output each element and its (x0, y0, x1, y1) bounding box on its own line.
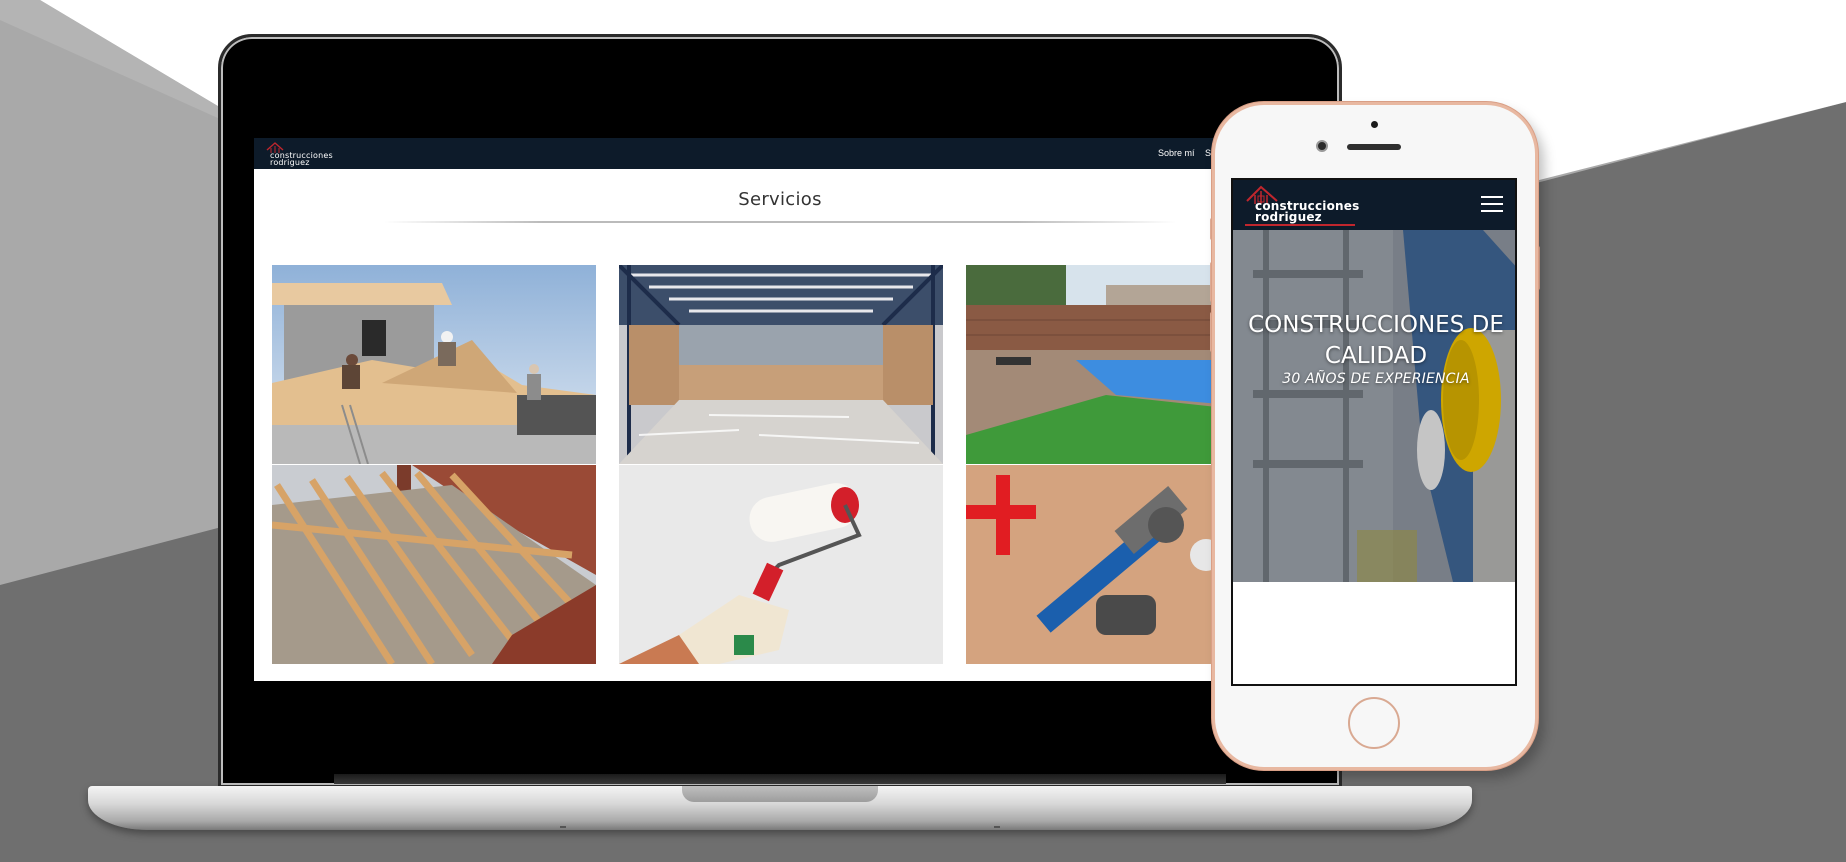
title-divider (384, 221, 1176, 223)
laptop-notch (682, 786, 878, 802)
roof-construction-photo (272, 265, 596, 464)
service-tile-warehouse[interactable] (619, 265, 943, 464)
phone-front-lens (1316, 140, 1328, 152)
service-tile-roof-timber[interactable] (272, 465, 596, 664)
hero-background-photo (1233, 230, 1515, 582)
phone-speaker (1347, 144, 1401, 150)
laptop-screen: construcciones rodriguez Sobre mí Se Ser… (254, 138, 1306, 681)
hero-subtitle: 30 AÑOS DE EXPERIENCIA (1282, 371, 1470, 387)
site-navbar: construcciones rodriguez Sobre mí Se (254, 138, 1306, 169)
hero-section: CONSTRUCCIONES DE CALIDAD 30 AÑOS DE EXP… (1233, 230, 1515, 582)
phone-screen: construcciones rodriguez CONSTRUCCIONES … (1231, 178, 1517, 686)
service-tile-painting[interactable] (619, 465, 943, 664)
logo-text-line2: rodriguez (270, 158, 310, 167)
section-title: Servicios (738, 189, 822, 210)
nav-link-about[interactable]: Sobre mí (1158, 148, 1195, 158)
mobile-navbar: construcciones rodriguez (1233, 180, 1515, 230)
site-logo[interactable]: construcciones rodriguez (266, 142, 346, 167)
paint-roller-photo (619, 465, 943, 664)
industrial-warehouse-photo (619, 265, 943, 464)
hamburger-icon[interactable] (1481, 194, 1503, 214)
mobile-logo-line2: rodriguez (1255, 210, 1322, 224)
service-tile-roof-construction[interactable] (272, 265, 596, 464)
laptop-foot (994, 826, 1000, 828)
hero-title: CONSTRUCCIONES DE CALIDAD (1248, 312, 1504, 369)
laptop-foot (560, 826, 566, 828)
logo-underline (1245, 224, 1355, 226)
roof-timber-frame-photo (272, 465, 596, 664)
phone-camera (1371, 121, 1378, 128)
laptop-hinge (334, 774, 1226, 784)
phone-home-button[interactable] (1348, 697, 1400, 749)
